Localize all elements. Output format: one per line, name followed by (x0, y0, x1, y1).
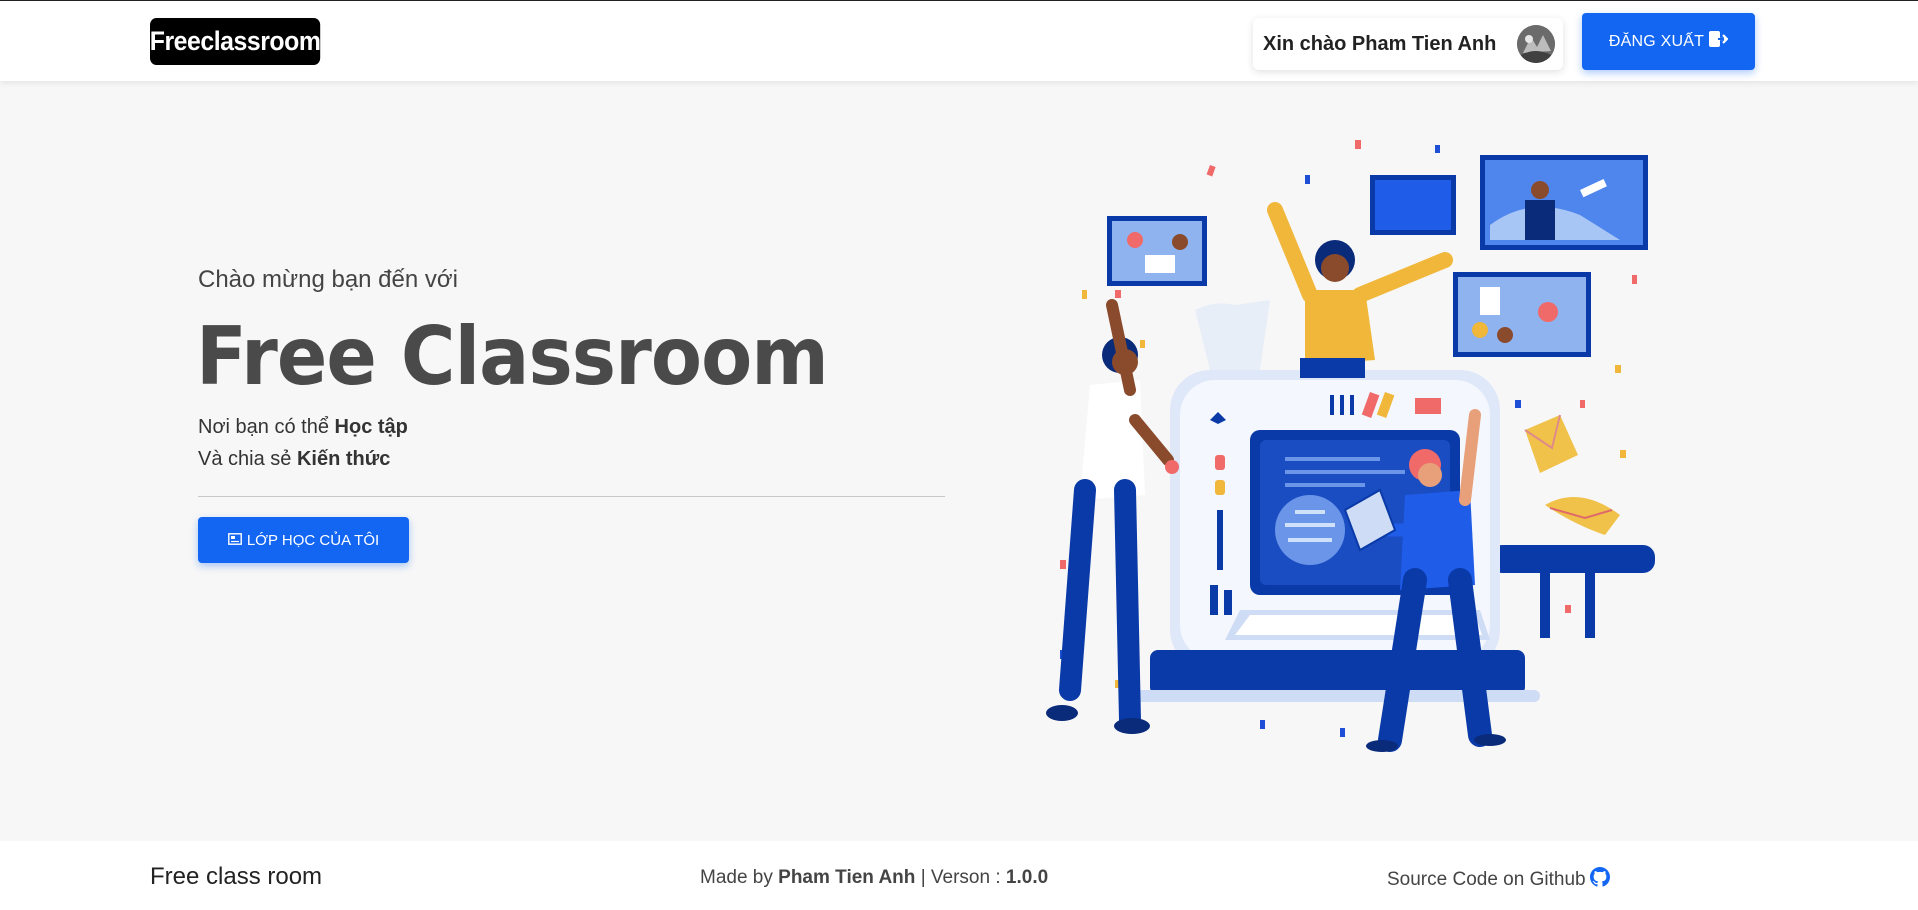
video-frame-4 (1453, 272, 1591, 357)
video-frame-2 (1370, 175, 1456, 235)
author-name: Pham Tien Anh (778, 867, 916, 888)
my-classes-button[interactable]: LỚP HỌC CỦA TÔI (198, 517, 409, 563)
footer: Free class room Made by Pham Tien Anh | … (0, 841, 1918, 910)
logout-icon (1708, 30, 1729, 53)
hero-line-1-bold: Học tập (334, 416, 408, 438)
footer-brand: Free class room (150, 863, 323, 890)
hero-title: Free Classroom (196, 310, 829, 403)
person-yellow (1267, 202, 1453, 378)
github-icon (1589, 867, 1610, 893)
video-frame-3 (1480, 155, 1648, 250)
video-frame-1 (1107, 216, 1207, 286)
footer-credits: Made by Pham Tien Anh | Verson : 1.0.0 (700, 867, 1048, 889)
hero-line-2-prefix: Và chia sẻ (198, 448, 292, 470)
greeting-text: Xin chào Pham Tien Anh (1263, 32, 1497, 55)
classroom-icon (227, 532, 242, 549)
my-classes-label: LỚP HỌC CỦA TÔI (246, 531, 380, 549)
version-prefix: | Verson : (920, 867, 1001, 888)
version-number: 1.0.0 (1005, 867, 1049, 888)
navbar: Freeclassroom Xin chào Pham Tien Anh ĐĂN… (0, 1, 1918, 81)
site-logo[interactable]: Freeclassroom (150, 18, 321, 65)
logout-label: ĐĂNG XUẤT (1608, 32, 1705, 50)
hero-line-2: Và chia sẻ Kiến thức (198, 448, 390, 471)
made-by-prefix: Made by (700, 867, 773, 888)
logout-button[interactable]: ĐĂNG XUẤT (1582, 13, 1755, 70)
hero-line-2-bold: Kiến thức (296, 448, 391, 470)
user-greeting[interactable]: Xin chào Pham Tien Anh (1253, 18, 1563, 70)
hero-divider (198, 496, 945, 497)
source-code-link[interactable]: Source Code on Github (1387, 867, 1610, 893)
hero-illustration (1020, 130, 1670, 770)
hero-subtitle: Chào mừng bạn đến với (198, 266, 458, 293)
envelope-icon (1524, 414, 1620, 535)
hero-line-1-prefix: Nơi bạn có thể (198, 416, 329, 438)
user-avatar (1517, 25, 1555, 63)
hero-line-1: Nơi bạn có thể Học tập (198, 416, 408, 439)
table (1490, 545, 1655, 638)
source-code-label: Source Code on Github (1387, 869, 1586, 890)
